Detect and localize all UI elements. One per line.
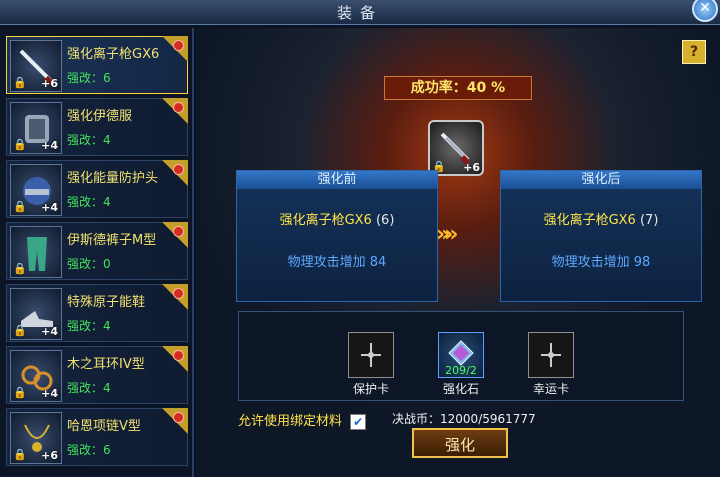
lock-icon: 🔒	[13, 262, 27, 275]
item-enhance-level: 强改：6	[67, 71, 111, 85]
window-titlebar: 装备 ✕	[0, 0, 720, 25]
red-dot-icon	[173, 102, 184, 113]
item-enhance-level: 强改：4	[67, 195, 111, 209]
item-enhance-level: 强改：0	[67, 257, 111, 271]
protect-card-icon[interactable]	[348, 332, 394, 378]
item-slot[interactable]: 🔒 +4	[10, 164, 62, 216]
materials-tray: 保护卡 209/2 强化石 幸运卡	[238, 311, 684, 401]
before-item-name: 强化离子枪GX6 (6)	[279, 213, 395, 228]
currency-label: 决战币：	[392, 412, 441, 426]
success-rate: 成功率：40 %	[384, 76, 532, 100]
center-plus-level: +6	[463, 161, 480, 174]
help-button[interactable]: ?	[682, 40, 706, 64]
equipment-item[interactable]: 🔒 +4 强化能量防护头 强改：4	[6, 160, 188, 218]
selected-item-slot[interactable]: 🔒 +6	[428, 120, 484, 176]
red-dot-icon	[173, 412, 184, 423]
item-slot[interactable]: 🔒 +6	[10, 40, 62, 92]
luck-card-icon[interactable]	[528, 332, 574, 378]
equipment-item[interactable]: 🔒 +6 哈恩项链V型 强改：6	[6, 408, 188, 466]
item-plus-level: +6	[41, 449, 58, 462]
equipment-item[interactable]: 🔒 +4 特殊原子能鞋 强改：4	[6, 284, 188, 342]
enhance-button[interactable]: 强化	[412, 428, 508, 458]
lock-icon: 🔒	[13, 200, 27, 213]
luck-card-slot[interactable]: 幸运卡	[515, 332, 587, 397]
bind-material-checkbox[interactable]: ✔	[350, 413, 367, 430]
window-title: 装备	[336, 4, 383, 22]
item-plus-level: +4	[41, 139, 58, 152]
bind-material-label: 允许使用绑定材料	[238, 414, 343, 429]
enhance-stone-count: 209/2	[445, 364, 477, 377]
currency-display: 决战币：12000/5961777	[392, 410, 536, 427]
lock-icon: 🔒	[13, 324, 27, 337]
item-enhance-level: 强改：4	[67, 319, 111, 333]
enhance-stone-slot[interactable]: 209/2 强化石	[425, 332, 497, 397]
item-plus-level: +4	[41, 387, 58, 400]
item-slot[interactable]: 🔒 +4	[10, 350, 62, 402]
after-stat: 物理攻击增加 98	[551, 255, 651, 270]
after-item-name: 强化离子枪GX6 (7)	[543, 213, 659, 228]
currency-value: 12000/5961777	[440, 412, 536, 426]
lock-icon: 🔒	[13, 448, 27, 461]
lock-icon: 🔒	[13, 138, 27, 151]
red-dot-icon	[173, 226, 184, 237]
item-slot[interactable]: 🔒 +6	[10, 412, 62, 464]
item-enhance-level: 强改：6	[67, 443, 111, 457]
lock-icon: 🔒	[13, 386, 27, 399]
red-dot-icon	[173, 40, 184, 51]
enhance-stone-label: 强化石	[442, 382, 479, 396]
enhance-stone-icon[interactable]: 209/2	[438, 332, 484, 378]
equipment-item[interactable]: 🔒 +6 强化离子枪GX6 强改：6	[6, 36, 188, 94]
lock-icon: 🔒	[13, 76, 27, 89]
item-plus-level: +6	[41, 77, 58, 90]
bind-material-option: 允许使用绑定材料 ✔	[238, 410, 367, 430]
item-enhance-level: 强改：4	[67, 381, 111, 395]
item-enhance-level: 强改：4	[67, 133, 111, 147]
red-dot-icon	[173, 164, 184, 175]
equipment-item[interactable]: 🔒 伊斯德裤子M型 强改：0	[6, 222, 188, 280]
enhance-panel: ? 成功率：40 % 🔒 +6 强化前 强化离子枪GX6 (6) 物理攻击增加 …	[196, 28, 720, 477]
double-arrow-icon: »»	[436, 222, 458, 247]
red-dot-icon	[173, 288, 184, 299]
equipment-list: 🔒 +6 强化离子枪GX6 强改：6 🔒 +4 强化伊德服 强改：4 🔒 +4 强化能量防护头 强改：…	[0, 28, 194, 477]
before-panel: 强化前 强化离子枪GX6 (6) 物理攻击增加 84	[236, 170, 438, 302]
item-plus-level: +4	[41, 325, 58, 338]
item-slot[interactable]: 🔒 +4	[10, 102, 62, 154]
luck-card-label: 幸运卡	[532, 382, 569, 396]
item-plus-level: +4	[41, 201, 58, 214]
item-slot[interactable]: 🔒 +4	[10, 288, 62, 340]
after-title: 强化后	[501, 171, 701, 189]
protect-card-label: 保护卡	[352, 382, 389, 396]
equipment-item[interactable]: 🔒 +4 木之耳环IV型 强改：4	[6, 346, 188, 404]
protect-card-slot[interactable]: 保护卡	[335, 332, 407, 397]
before-title: 强化前	[237, 171, 437, 189]
before-stat: 物理攻击增加 84	[287, 255, 387, 270]
item-slot[interactable]: 🔒	[10, 226, 62, 278]
after-panel: 强化后 强化离子枪GX6 (7) 物理攻击增加 98	[500, 170, 702, 302]
red-dot-icon	[173, 350, 184, 361]
equipment-item[interactable]: 🔒 +4 强化伊德服 强改：4	[6, 98, 188, 156]
